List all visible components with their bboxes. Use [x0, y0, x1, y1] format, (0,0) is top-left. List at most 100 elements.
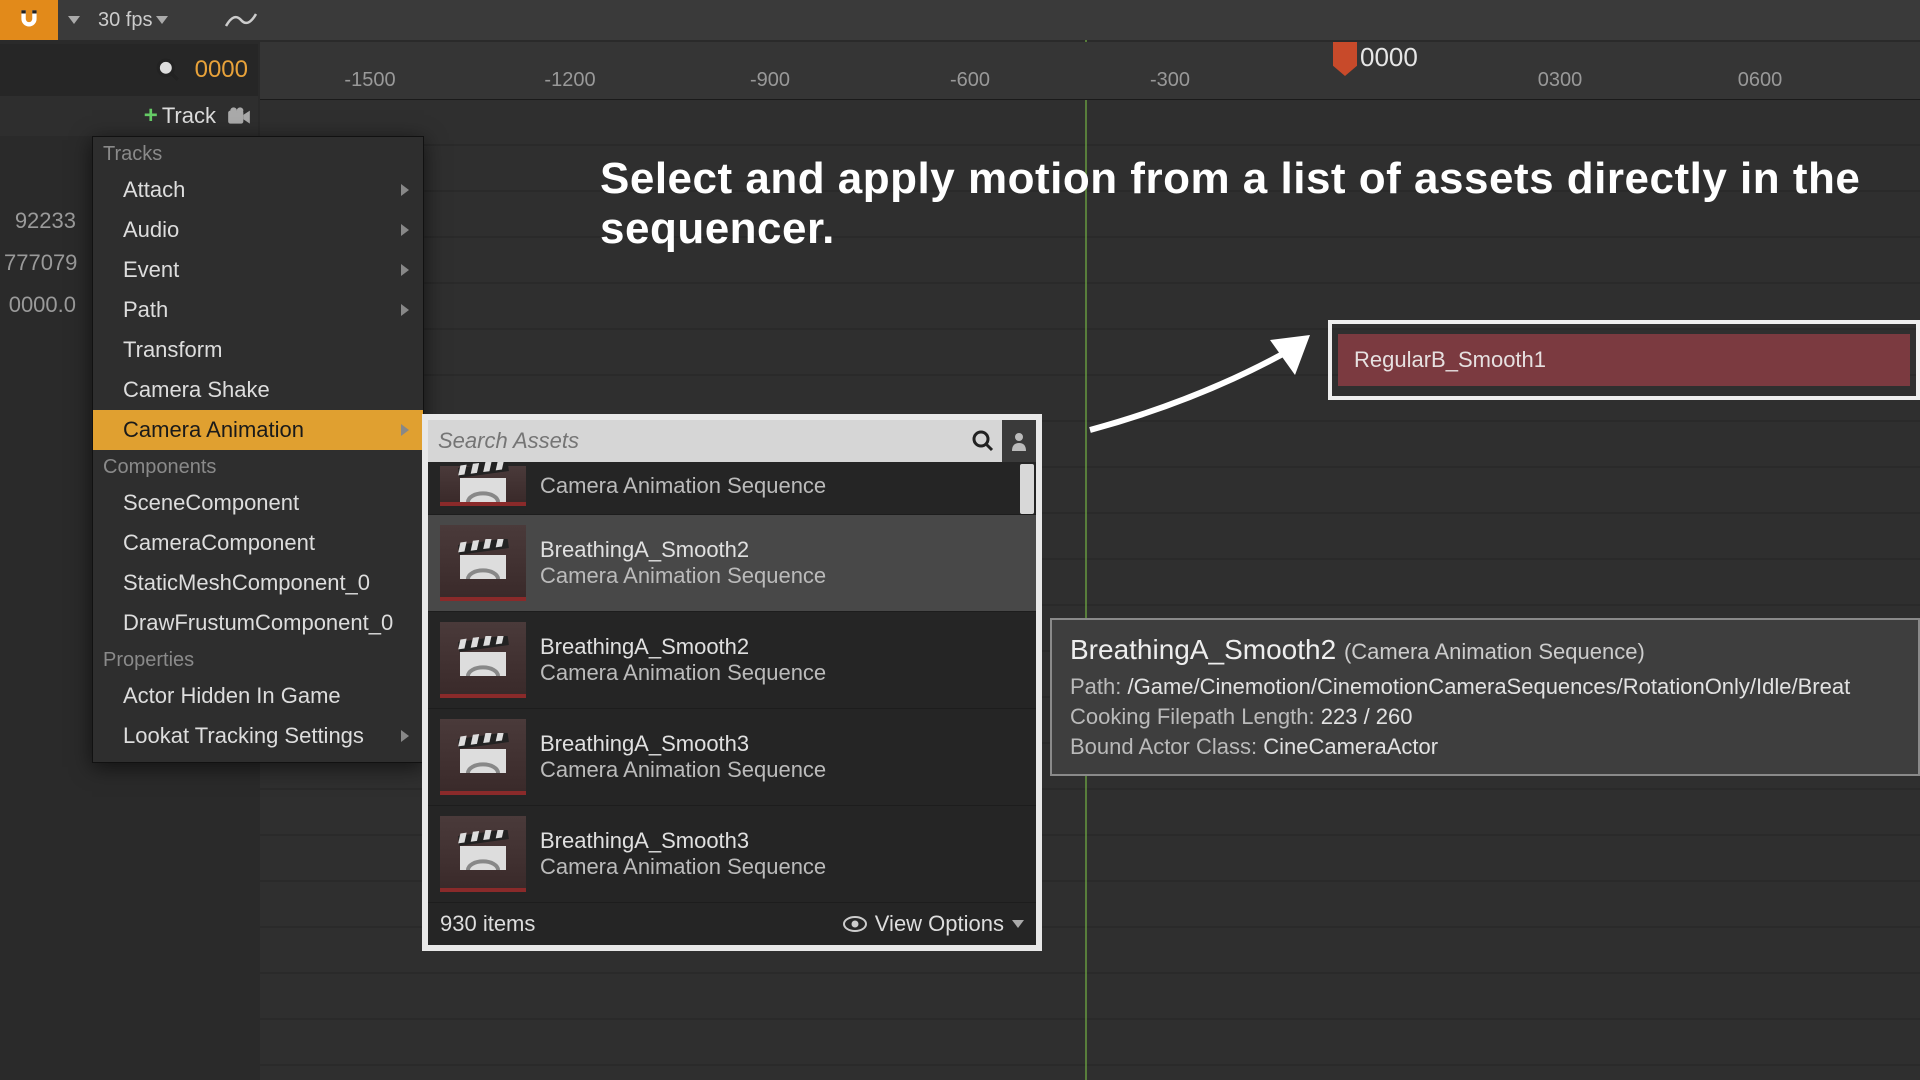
tooltip-cooking: Cooking Filepath Length: 223 / 260	[1070, 704, 1900, 730]
frame-counter[interactable]: 0000	[195, 56, 248, 84]
asset-count-label: 930 items	[440, 911, 535, 937]
asset-search-row	[428, 420, 1036, 462]
asset-row[interactable]: BreathingA_Smooth2Camera Animation Seque…	[428, 612, 1036, 709]
chevron-right-icon	[401, 184, 409, 196]
asset-type-label: Camera Animation Sequence	[540, 563, 826, 589]
chevron-down-icon	[156, 16, 168, 24]
magnet-icon	[16, 7, 42, 33]
asset-row[interactable]: BreathingA_Smooth3Camera Animation Seque…	[428, 806, 1036, 903]
ruler-ticks: -1500 -1200 -900 -600 -300 0300 0600	[260, 69, 1920, 97]
fps-dropdown[interactable]: 30 fps	[90, 0, 176, 40]
menu-item-component[interactable]: SceneComponent	[93, 483, 423, 523]
menu-item-track[interactable]: Path	[93, 290, 423, 330]
ruler-tick: -900	[750, 69, 790, 92]
asset-titles: BreathingA_Smooth3Camera Animation Seque…	[540, 828, 826, 880]
context-menu: Tracks Attach Audio Event Path Transform Came…	[92, 136, 424, 763]
asset-picker: Camera Animation SequenceBreathingA_Smoo…	[422, 414, 1042, 951]
asset-thumbnail	[440, 622, 526, 698]
clapperboard-icon	[456, 462, 510, 506]
ruler-tick: 0300	[1538, 69, 1583, 92]
curve-editor-button[interactable]	[216, 0, 266, 40]
eye-icon	[843, 916, 867, 932]
search-row: 0000	[0, 44, 258, 96]
chevron-right-icon	[401, 730, 409, 742]
chevron-down-icon	[68, 16, 80, 24]
menu-item-track[interactable]: Attach	[93, 170, 423, 210]
chevron-right-icon	[401, 224, 409, 236]
menu-section-components: Components	[93, 450, 423, 483]
ruler[interactable]: 0000 -1500 -1200 -900 -600 -300 0300 060…	[260, 42, 1920, 100]
plus-icon: +	[144, 102, 158, 130]
menu-item-track[interactable]: Audio	[93, 210, 423, 250]
view-options-label: View Options	[875, 911, 1004, 937]
chevron-right-icon	[401, 304, 409, 316]
menu-item-label: Attach	[123, 177, 185, 203]
asset-thumbnail	[440, 466, 526, 506]
chevron-right-icon	[401, 264, 409, 276]
asset-name-label: BreathingA_Smooth2	[540, 537, 826, 563]
menu-item-track[interactable]: Camera Animation	[93, 410, 423, 450]
menu-item-label: StaticMeshComponent_0	[123, 570, 370, 596]
tooltip-actor: Bound Actor Class: CineCameraActor	[1070, 734, 1900, 760]
asset-type-label: Camera Animation Sequence	[540, 757, 826, 783]
left-value-scale: 92233 777079 0000.0	[0, 200, 80, 326]
tooltip-title: BreathingA_Smooth2 (Camera Animation Seq…	[1070, 634, 1900, 666]
menu-item-label: Transform	[123, 337, 222, 363]
scale-value: 777079	[0, 242, 80, 284]
view-options-button[interactable]: View Options	[843, 911, 1024, 937]
ruler-tick: 0600	[1738, 69, 1783, 92]
asset-thumbnail	[440, 816, 526, 892]
snap-button[interactable]	[0, 0, 58, 40]
menu-item-label: Audio	[123, 217, 179, 243]
menu-item-label: Camera Animation	[123, 417, 304, 443]
menu-item-label: SceneComponent	[123, 490, 299, 516]
asset-thumbnail	[440, 719, 526, 795]
clapperboard-icon	[456, 830, 510, 874]
asset-row[interactable]: BreathingA_Smooth3Camera Animation Seque…	[428, 709, 1036, 806]
camera-icon[interactable]	[226, 106, 252, 126]
menu-item-property[interactable]: Actor Hidden In Game	[93, 676, 423, 716]
asset-titles: Camera Animation Sequence	[540, 473, 826, 499]
search-icon[interactable]	[155, 57, 181, 83]
menu-item-track[interactable]: Camera Shake	[93, 370, 423, 410]
asset-row[interactable]: BreathingA_Smooth2Camera Animation Seque…	[428, 515, 1036, 612]
ruler-tick: -300	[1150, 69, 1190, 92]
menu-item-label: Path	[123, 297, 168, 323]
timeline-clip[interactable]: RegularB_Smooth1	[1338, 334, 1910, 386]
asset-list[interactable]: Camera Animation SequenceBreathingA_Smoo…	[428, 462, 1036, 903]
snap-dropdown[interactable]	[58, 0, 90, 40]
menu-item-label: DrawFrustumComponent_0	[123, 610, 393, 636]
asset-search-input[interactable]	[428, 420, 964, 462]
asset-titles: BreathingA_Smooth3Camera Animation Seque…	[540, 731, 826, 783]
curve-icon	[224, 10, 258, 30]
menu-item-component[interactable]: CameraComponent	[93, 523, 423, 563]
menu-section-tracks: Tracks	[93, 137, 423, 170]
menu-item-label: Event	[123, 257, 179, 283]
menu-item-track[interactable]: Transform	[93, 330, 423, 370]
menu-item-track[interactable]: Event	[93, 250, 423, 290]
chevron-right-icon	[401, 424, 409, 436]
menu-item-label: Camera Shake	[123, 377, 270, 403]
asset-type-label: Camera Animation Sequence	[540, 854, 826, 880]
asset-type-label: Camera Animation Sequence	[540, 660, 826, 686]
scale-value: 92233	[0, 200, 80, 242]
annotation-headline: Select and apply motion from a list of a…	[600, 154, 1920, 254]
menu-item-component[interactable]: StaticMeshComponent_0	[93, 563, 423, 603]
asset-row[interactable]: Camera Animation Sequence	[428, 462, 1036, 515]
menu-item-component[interactable]: DrawFrustumComponent_0	[93, 603, 423, 643]
user-filter-icon[interactable]	[1002, 420, 1036, 462]
search-icon[interactable]	[964, 429, 1002, 453]
clapperboard-icon	[456, 539, 510, 583]
fps-label: 30 fps	[98, 9, 152, 32]
clip-highlight: RegularB_Smooth1	[1328, 320, 1920, 400]
menu-item-label: CameraComponent	[123, 530, 315, 556]
menu-item-label: Lookat Tracking Settings	[123, 723, 364, 749]
scrollbar-thumb[interactable]	[1020, 464, 1034, 514]
menu-item-property[interactable]: Lookat Tracking Settings	[93, 716, 423, 756]
clapperboard-icon	[456, 733, 510, 777]
add-track-button[interactable]: + Track	[144, 102, 216, 130]
annotation-arrow-icon	[1070, 320, 1330, 440]
ruler-tick: -600	[950, 69, 990, 92]
toolbar: 30 fps	[0, 0, 1920, 40]
clapperboard-icon	[456, 636, 510, 680]
